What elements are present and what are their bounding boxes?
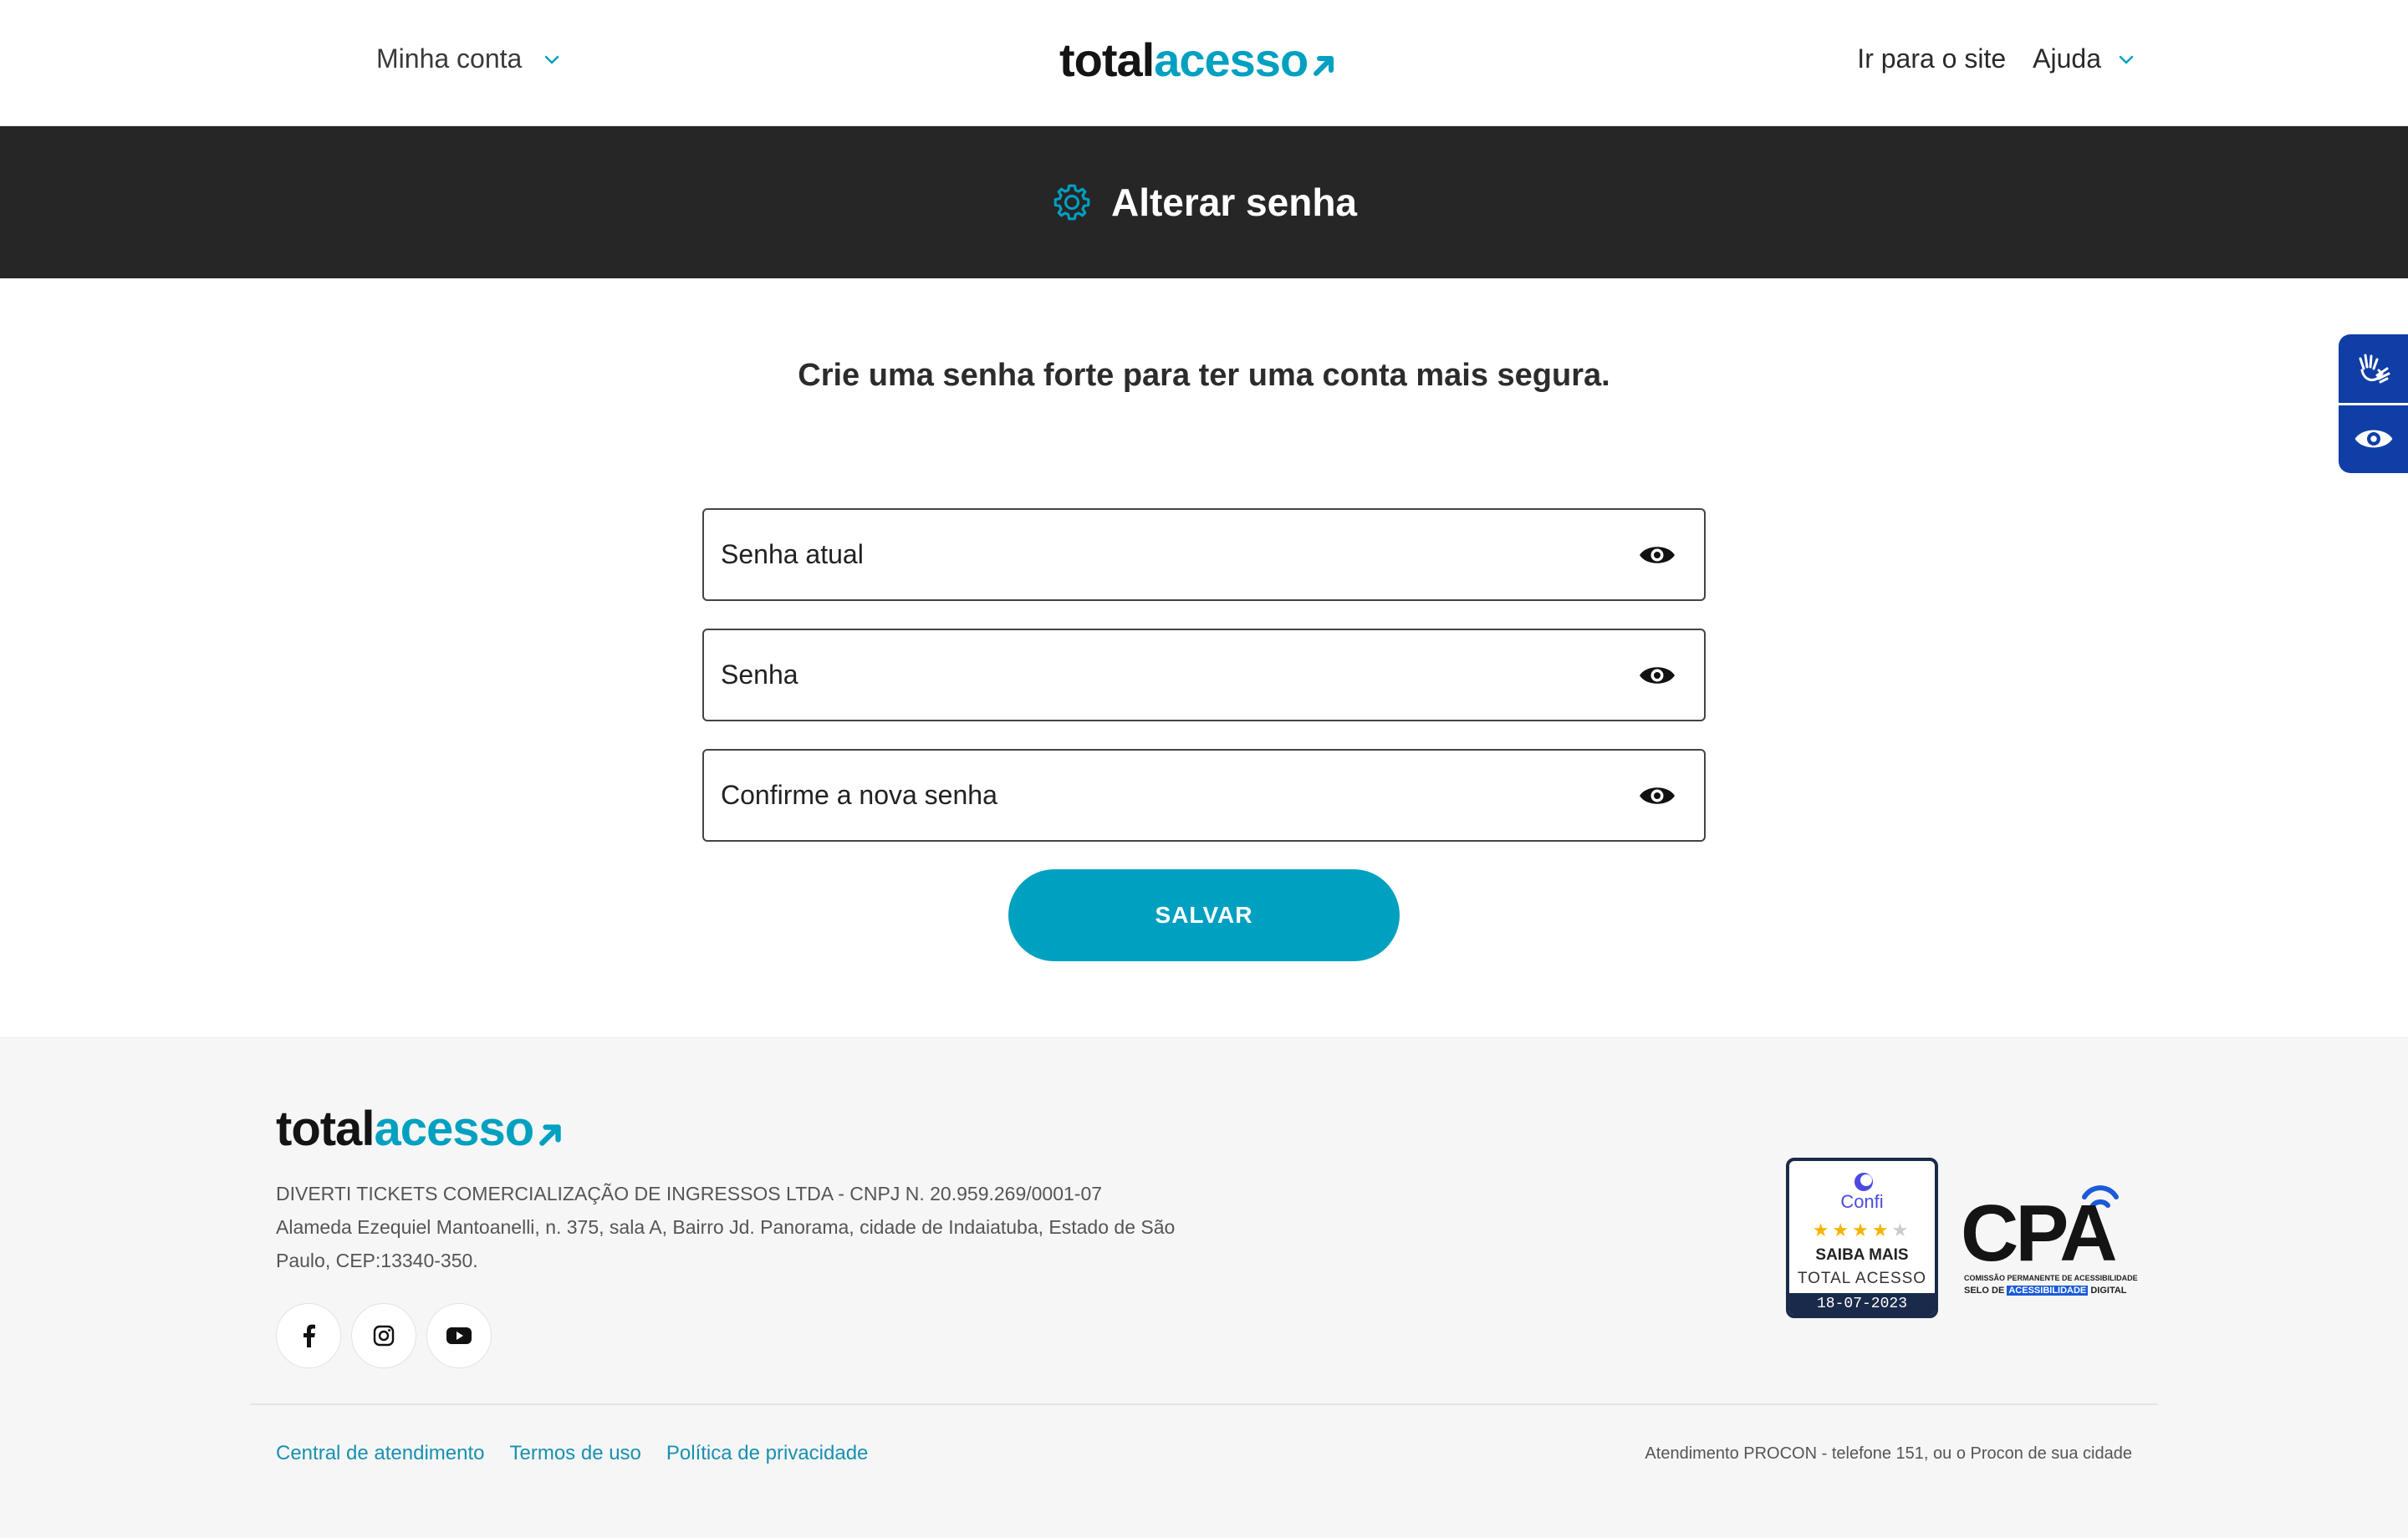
procon-notice: Atendimento PROCON - telefone 151, ou o …	[1645, 1444, 2132, 1463]
facebook-link[interactable]	[276, 1303, 341, 1368]
youtube-icon	[446, 1327, 472, 1344]
go-to-site-link[interactable]: Ir para o site	[1857, 43, 2006, 74]
logo-arrow-icon	[1314, 56, 1334, 76]
logo-text-acesso: acesso	[374, 1102, 534, 1156]
chevron-down-icon	[545, 55, 559, 64]
company-info: DIVERTI TICKETS COMERCIALIZAÇÃO DE INGRE…	[276, 1177, 1212, 1277]
terms-link[interactable]: Termos de uso	[510, 1442, 641, 1465]
confi-learn-more: SAIBA MAIS	[1815, 1246, 1909, 1264]
logo-text-total: total	[1059, 33, 1155, 86]
gear-icon	[1054, 184, 1090, 221]
confirm-password-field	[702, 749, 1706, 842]
youtube-link[interactable]	[426, 1303, 492, 1368]
cpa-seal-suffix: DIGITAL	[2090, 1286, 2127, 1296]
form-subtitle: Crie uma senha forte para ter uma conta …	[798, 358, 1610, 393]
eye-icon	[2354, 430, 2392, 448]
top-header: Minha conta total acesso Ir para o site A…	[0, 0, 2408, 126]
instagram-icon	[373, 1325, 395, 1347]
help-center-link[interactable]: Central de atendimento	[276, 1442, 485, 1465]
logo-arrow-icon	[539, 1124, 561, 1146]
company-address: Alameda Ezequiel Mantoanelli, n. 375, sa…	[276, 1216, 1176, 1271]
save-button[interactable]: SALVAR	[1008, 869, 1400, 961]
eye-icon	[1640, 787, 1675, 804]
cpa-seal-highlight: ACESSIBILIDADE	[2007, 1286, 2089, 1296]
help-menu-label: Ajuda	[2033, 43, 2101, 74]
page-title: Alterar senha	[1110, 181, 1357, 224]
footer-links: Central de atendimento Termos de uso Pol…	[276, 1442, 868, 1465]
confi-company: TOTAL ACESSO	[1797, 1270, 1927, 1287]
confirm-password-input[interactable]	[721, 780, 1637, 811]
sign-language-icon	[2359, 354, 2390, 384]
header-logo[interactable]: total acesso	[1059, 37, 1338, 84]
current-password-input[interactable]	[721, 539, 1637, 570]
rating-stars: ★★★★★	[1812, 1220, 1912, 1240]
company-name: DIVERTI TICKETS COMERCIALIZAÇÃO DE INGRE…	[276, 1183, 1103, 1204]
visual-accessibility-button[interactable]	[2339, 405, 2408, 474]
toggle-password-visibility[interactable]	[1637, 535, 1677, 575]
logo-text-total: total	[276, 1102, 375, 1156]
confi-date: 18-07-2023	[1789, 1293, 1935, 1315]
new-password-field	[702, 629, 1706, 721]
eye-icon	[1640, 666, 1675, 684]
cpa-seal-text: SELO DE ACESSIBILIDADE DIGITAL	[1964, 1286, 2127, 1296]
cpa-accessibility-seal[interactable]: CPA COMISSÃO PERMANENTE DE ACESSIBILIDAD…	[1961, 1179, 2138, 1304]
sign-language-button[interactable]	[2339, 334, 2408, 403]
cpa-seal-prefix: SELO DE	[1964, 1286, 2005, 1296]
confi-logo-icon	[1854, 1173, 1873, 1191]
footer-logo[interactable]: total acesso	[276, 1105, 565, 1154]
toggle-password-visibility[interactable]	[1637, 655, 1677, 695]
header-right-nav: Ir para o site Ajuda	[1857, 43, 2136, 74]
toggle-password-visibility[interactable]	[1637, 776, 1677, 816]
chevron-down-icon	[2119, 55, 2134, 64]
instagram-link[interactable]	[351, 1303, 416, 1368]
help-menu[interactable]: Ajuda	[2033, 43, 2136, 74]
social-links	[276, 1303, 492, 1368]
current-password-field	[702, 508, 1706, 601]
account-menu[interactable]: Minha conta	[376, 43, 562, 74]
cpa-title-text: CPA	[1961, 1189, 2118, 1278]
confi-brand: Confi	[1840, 1191, 1884, 1212]
logo-text-acesso: acesso	[1154, 33, 1309, 86]
accessibility-widget	[2339, 334, 2408, 473]
cpa-subtitle: COMISSÃO PERMANENTE DE ACESSIBILIDADE	[1964, 1274, 2138, 1282]
footer-divider	[251, 1403, 2157, 1405]
eye-icon	[1640, 546, 1675, 563]
cpa-title: CPA	[1961, 1194, 2118, 1274]
account-menu-label: Minha conta	[376, 43, 523, 74]
privacy-policy-link[interactable]: Política de privacidade	[666, 1442, 868, 1465]
new-password-input[interactable]	[721, 660, 1637, 690]
confi-badge[interactable]: Confi ★★★★★ SAIBA MAIS TOTAL ACESSO 18-0…	[1786, 1158, 1938, 1318]
page-title-banner: Alterar senha	[0, 126, 2408, 278]
facebook-icon	[304, 1324, 315, 1347]
